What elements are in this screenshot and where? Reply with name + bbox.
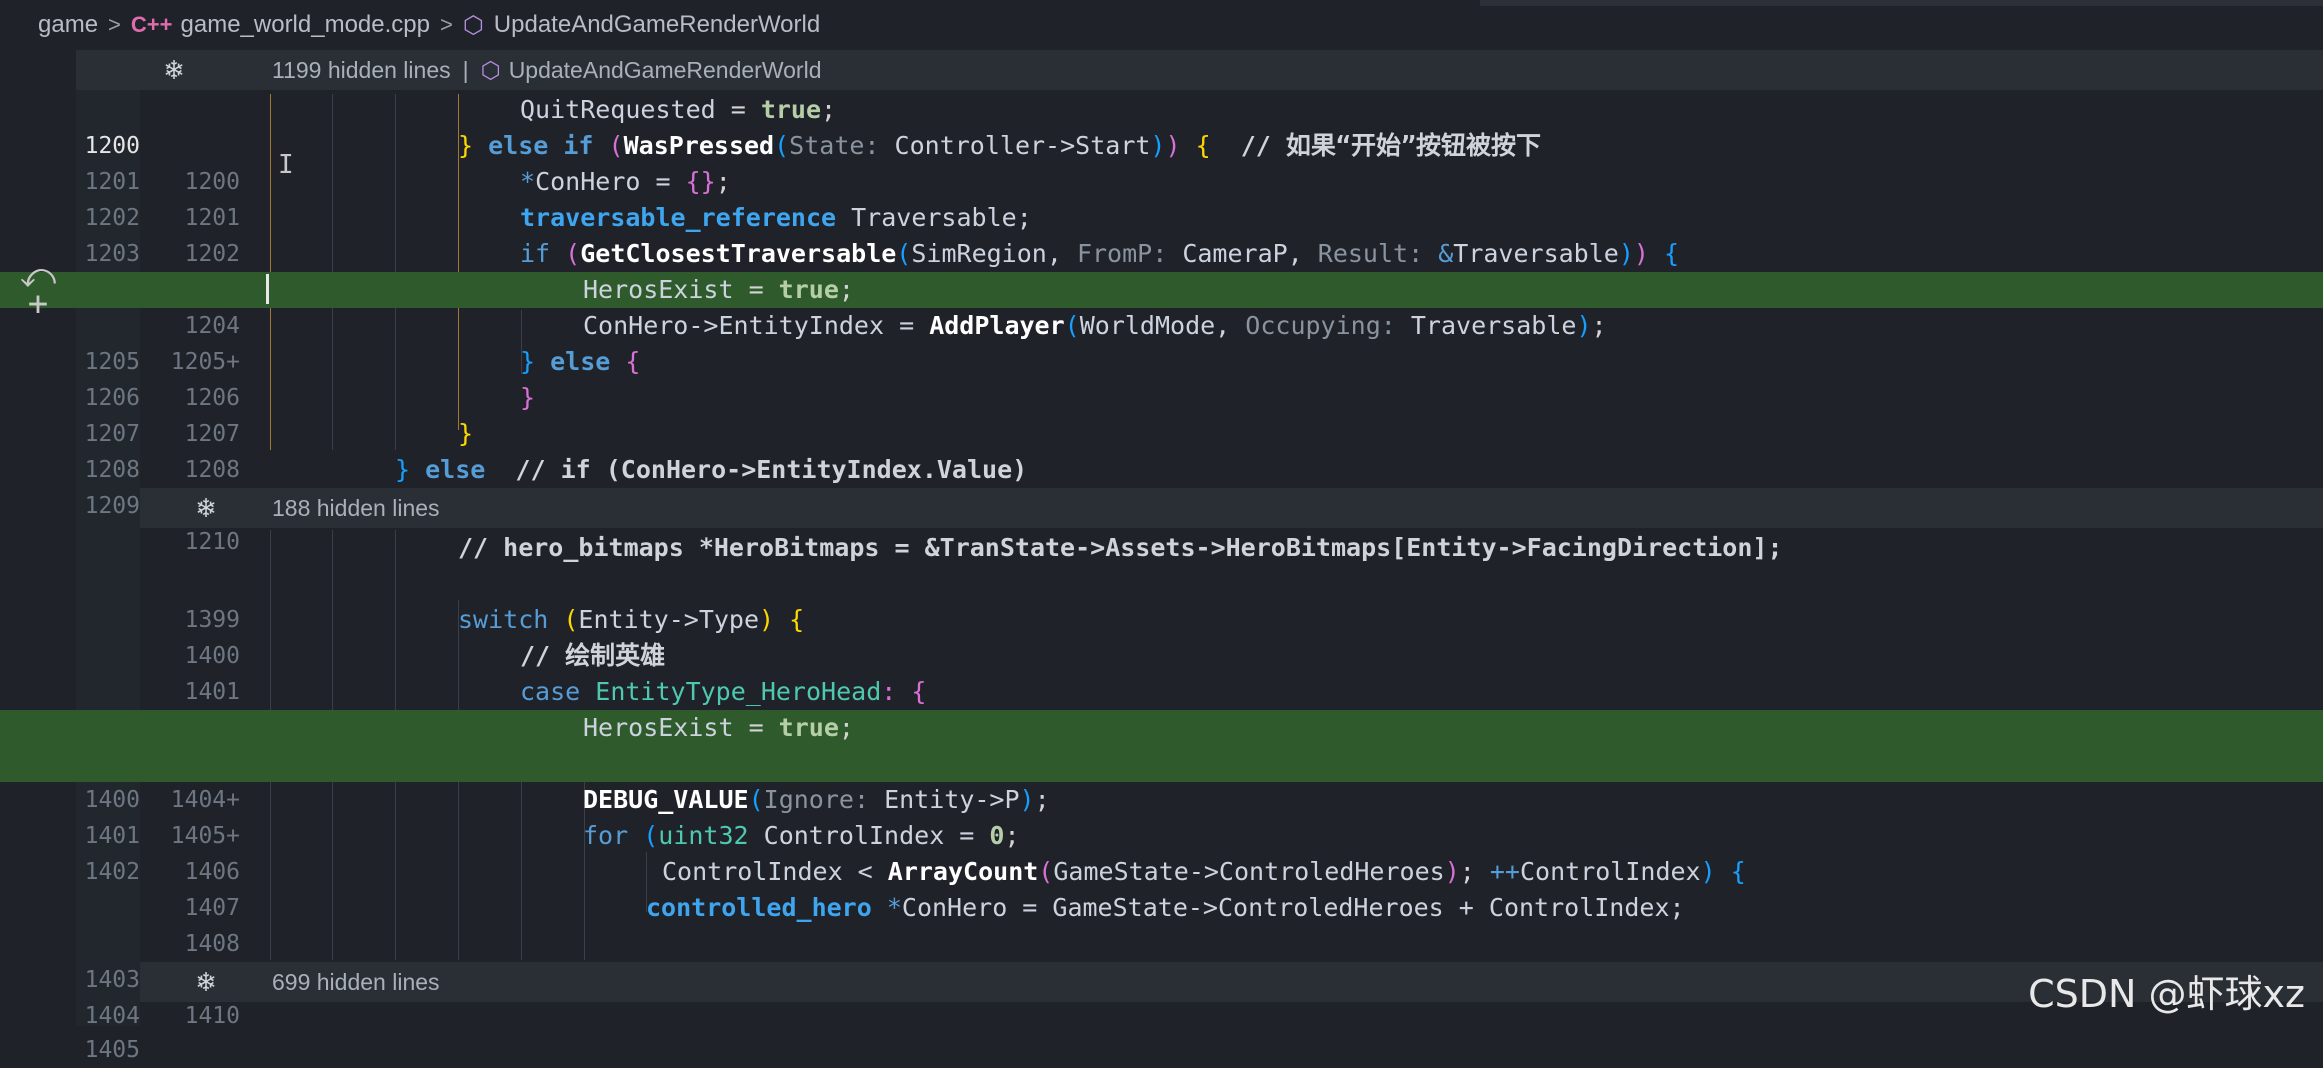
breadcrumb-symbol[interactable]: UpdateAndGameRenderWorld (494, 11, 820, 39)
method-icon: ⬡ (480, 56, 501, 83)
method-icon: ⬡ (462, 11, 484, 39)
unfold-icon[interactable]: ❄ (76, 55, 272, 86)
code-line[interactable]: 1203 1203 traversable_reference Traversa… (0, 200, 2323, 303)
code-text: QuitRequested = true; (520, 95, 837, 124)
folded-region[interactable]: ❄ 188 hidden lines (140, 488, 2323, 528)
text-cursor (266, 274, 269, 304)
code-line[interactable]: 1204 1204 if (GetClosestTraversable(SimR… (0, 236, 2323, 339)
code-line[interactable]: 1207 1208 } (0, 380, 2323, 483)
code-line[interactable]: 1400 (0, 566, 2323, 669)
code-line[interactable]: 1402 1407 for (uint32 ControlIndex = 0; (0, 818, 2323, 921)
unfold-icon[interactable]: ❄ (140, 967, 272, 998)
chevron-right-icon: > (108, 12, 121, 37)
code-line[interactable]: 1401 1406 DEBUG_VALUE(Ignore: Entity->P)… (0, 782, 2323, 885)
code-text: *ConHero = {}; (520, 167, 731, 196)
fold-symbol[interactable]: UpdateAndGameRenderWorld (509, 57, 822, 84)
code-line[interactable]: 1398 1403 case EntityType_HeroHead: { (0, 674, 2323, 777)
code-line[interactable]: 1209 1210 } else // if (ConHero->EntityI… (0, 452, 2323, 555)
code-line[interactable]: 1200 1200 QuitRequested = true; (0, 92, 2323, 195)
code-text: HerosExist = true; (583, 713, 854, 742)
code-text: } (458, 419, 474, 448)
code-line[interactable]: 1409 controlled_hero *ConHero = GameStat… (0, 890, 2323, 993)
code-text: } else // if (ConHero->EntityIndex.Value… (395, 455, 1028, 484)
breadcrumb-folder[interactable]: game (38, 11, 98, 39)
code-text: controlled_hero *ConHero = GameState->Co… (646, 893, 1685, 922)
code-line-added[interactable]: 1399 1404+ HerosExist = true; (0, 710, 2323, 813)
code-line[interactable]: 1206 1207 } else { (0, 344, 2323, 447)
code-text: // hero_bitmaps *HeroBitmaps = &TranStat… (458, 533, 1783, 562)
code-line[interactable]: 1403 1410 (0, 926, 2323, 1029)
code-line[interactable]: 1202 1202 *ConHero = {}; (0, 164, 2323, 267)
code-text: ControlIndex < ArrayCount(GameState->Con… (662, 857, 1746, 886)
code-line-added[interactable]: 1400 1405+ (0, 746, 2323, 849)
code-line[interactable]: 1205 1206 ConHero->EntityIndex = AddPlay… (0, 308, 2323, 411)
ibeam-cursor-icon: I (278, 150, 294, 180)
cpp-file-icon: C++ (130, 12, 173, 37)
scroll-shadow (1480, 0, 2323, 6)
code-line[interactable]: 1402 // 绘制英雄 (0, 638, 2323, 741)
code-text: case EntityType_HeroHead: { (520, 677, 927, 706)
hidden-lines-label[interactable]: 188 hidden lines (272, 495, 440, 522)
revert-change-button[interactable]: ⤺ + (18, 259, 58, 322)
line-number-left: 1405 (84, 1037, 140, 1063)
code-line[interactable]: 1201 1201 } else if (WasPressed(State: C… (0, 128, 2323, 231)
code-text: DEBUG_VALUE(Ignore: Entity->P); (583, 785, 1050, 814)
code-line[interactable]: 1401 switch (Entity->Type) { (0, 602, 2323, 705)
watermark: CSDN @虾球xz (2028, 972, 2305, 1016)
folded-region[interactable]: ❄ 1199 hidden lines | ⬡ UpdateAndGameRen… (76, 50, 2323, 90)
code-text: } else { (520, 347, 641, 376)
code-text: HerosExist = true; (583, 275, 854, 304)
code-line[interactable]: 1208 1209 } (0, 416, 2323, 519)
code-line[interactable]: 1405 (0, 996, 2323, 1063)
code-line-added[interactable]: 1205+ HerosExist = true; (0, 272, 2323, 375)
code-text: // 绘制英雄 (520, 641, 666, 670)
separator: | (462, 56, 469, 83)
code-text: switch (Entity->Type) { (458, 605, 805, 634)
chevron-right-icon: > (439, 12, 453, 37)
breadcrumb-file[interactable]: game_world_mode.cpp (181, 11, 430, 39)
unfold-icon[interactable]: ❄ (140, 493, 272, 524)
code-line[interactable]: 1408 ControlIndex < ArrayCount(GameState… (0, 854, 2323, 957)
hidden-lines-label[interactable]: 1199 hidden lines (272, 57, 451, 84)
code-text: for (uint32 ControlIndex = 0; (583, 821, 1020, 850)
code-text: ConHero->EntityIndex = AddPlayer(WorldMo… (583, 311, 1607, 340)
code-text: } else if (WasPressed(State: Controller-… (458, 131, 1542, 160)
code-line[interactable]: 1399 // hero_bitmaps *HeroBitmaps = &Tra… (0, 530, 2323, 633)
code-text: } (520, 383, 536, 412)
hidden-lines-label[interactable]: 699 hidden lines (272, 969, 440, 996)
code-text: traversable_reference Traversable; (520, 203, 1032, 232)
code-text: if (GetClosestTraversable(SimRegion, Fro… (520, 239, 1680, 268)
breadcrumb: game > C++ game_world_mode.cpp > ⬡ Updat… (0, 0, 2323, 50)
line-number-left: 1209 (84, 493, 140, 519)
